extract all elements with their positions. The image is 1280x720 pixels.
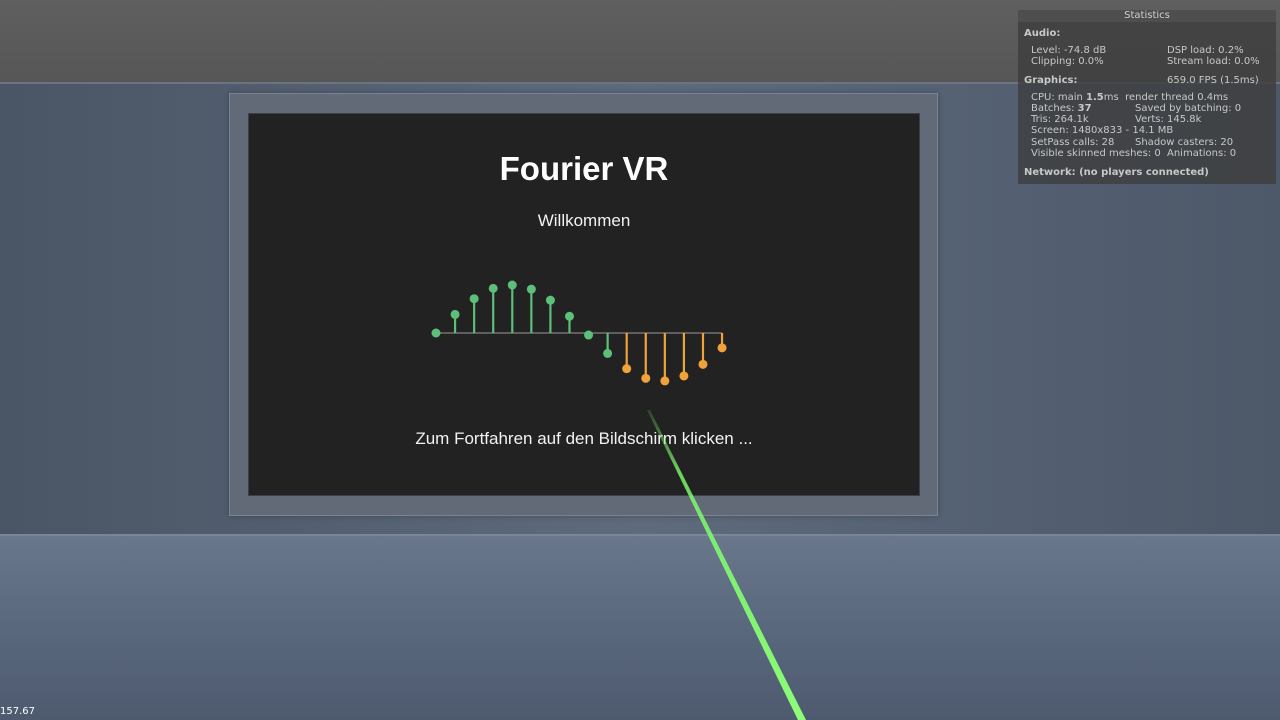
wave-sample-dot [450,309,460,319]
batches-prefix: Batches: [1031,103,1078,114]
fps-counter: 157.67 [0,706,35,717]
wave-sample-dot [679,371,689,381]
wave-sample-dot [507,280,517,290]
wave-sample-dot [660,376,670,386]
audio-level: Level: -74.8 dB [1031,45,1107,56]
audio-header: Audio: [1024,28,1061,39]
graphics-header: Graphics: [1024,75,1078,86]
screen-info: Screen: 1480x833 - 14.1 MB [1031,125,1174,136]
app-title: Fourier VR [499,150,669,187]
wave-sample-dot [564,311,574,321]
continue-prompt[interactable]: Zum Fortfahren auf den Bildschirm klicke… [248,429,920,449]
verts: Verts: 145.8k [1135,114,1202,125]
wave-sample-dot [488,283,498,293]
fps-readout: 659.0 FPS (1.5ms) [1167,75,1259,86]
tris: Tris: 264.1k [1031,114,1089,125]
stream-load: Stream load: 0.0% [1167,56,1260,67]
floor [0,536,1280,720]
statistics-title: Statistics [1018,10,1276,22]
cpu-prefix: CPU: main [1031,92,1087,103]
statistics-panel: Statistics Audio: Level: -74.8 dB DSP lo… [1018,10,1276,184]
batches-value: 37 [1077,103,1092,114]
wave-sample-dot [431,328,441,338]
cpu-main-value: 1.5 [1086,92,1104,103]
wave-sample-dot [545,295,555,305]
cpu-suffix: ms render thread 0.4ms [1103,92,1229,103]
shadow-casters: Shadow casters: 20 [1135,137,1234,148]
wave-sample-dot [526,284,536,294]
wave-sample-dot [603,348,613,358]
welcome-text: Willkommen [537,211,631,230]
wave-sample-dot [622,364,632,374]
wave-sample-dot [698,359,708,369]
wave-sample-dot [584,330,594,340]
skinned-meshes: Visible skinned meshes: 0 [1031,148,1161,159]
wave-sample-dot [641,373,651,383]
batches: Batches: 37 [1031,103,1092,114]
wave-sample-dot [717,343,727,353]
fourier-wave-logo [431,280,727,386]
clipping: Clipping: 0.0% [1031,56,1104,67]
saved-by-batching: Saved by batching: 0 [1135,103,1242,114]
network-status: Network: (no players connected) [1024,167,1209,178]
cpu-timing: CPU: main 1.5ms render thread 0.4ms [1031,92,1228,103]
setpass-calls: SetPass calls: 28 [1031,137,1115,148]
wave-sample-dot [469,294,479,304]
animations: Animations: 0 [1167,148,1237,159]
dsp-load: DSP load: 0.2% [1167,45,1244,56]
